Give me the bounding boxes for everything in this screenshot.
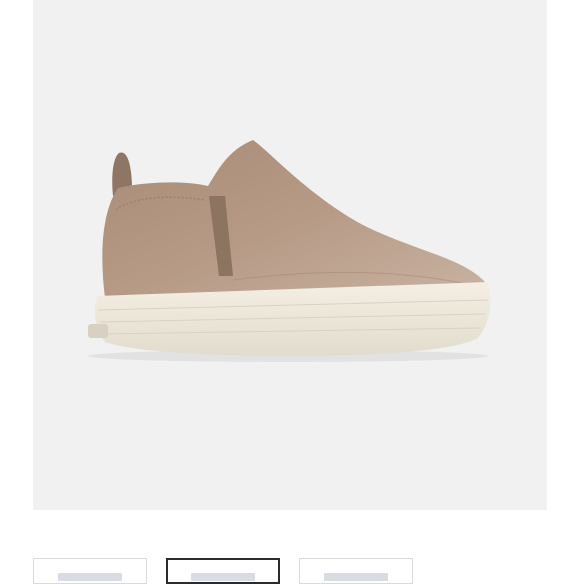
product-image-viewer[interactable] bbox=[33, 0, 547, 510]
thumbnail-1[interactable] bbox=[33, 558, 147, 584]
sneaker-image bbox=[88, 140, 491, 362]
logo-badge bbox=[88, 324, 108, 338]
thumbnail-strip bbox=[33, 558, 547, 584]
thumbnail-2-selected[interactable] bbox=[166, 558, 280, 584]
thumbnail-3[interactable] bbox=[299, 558, 413, 584]
